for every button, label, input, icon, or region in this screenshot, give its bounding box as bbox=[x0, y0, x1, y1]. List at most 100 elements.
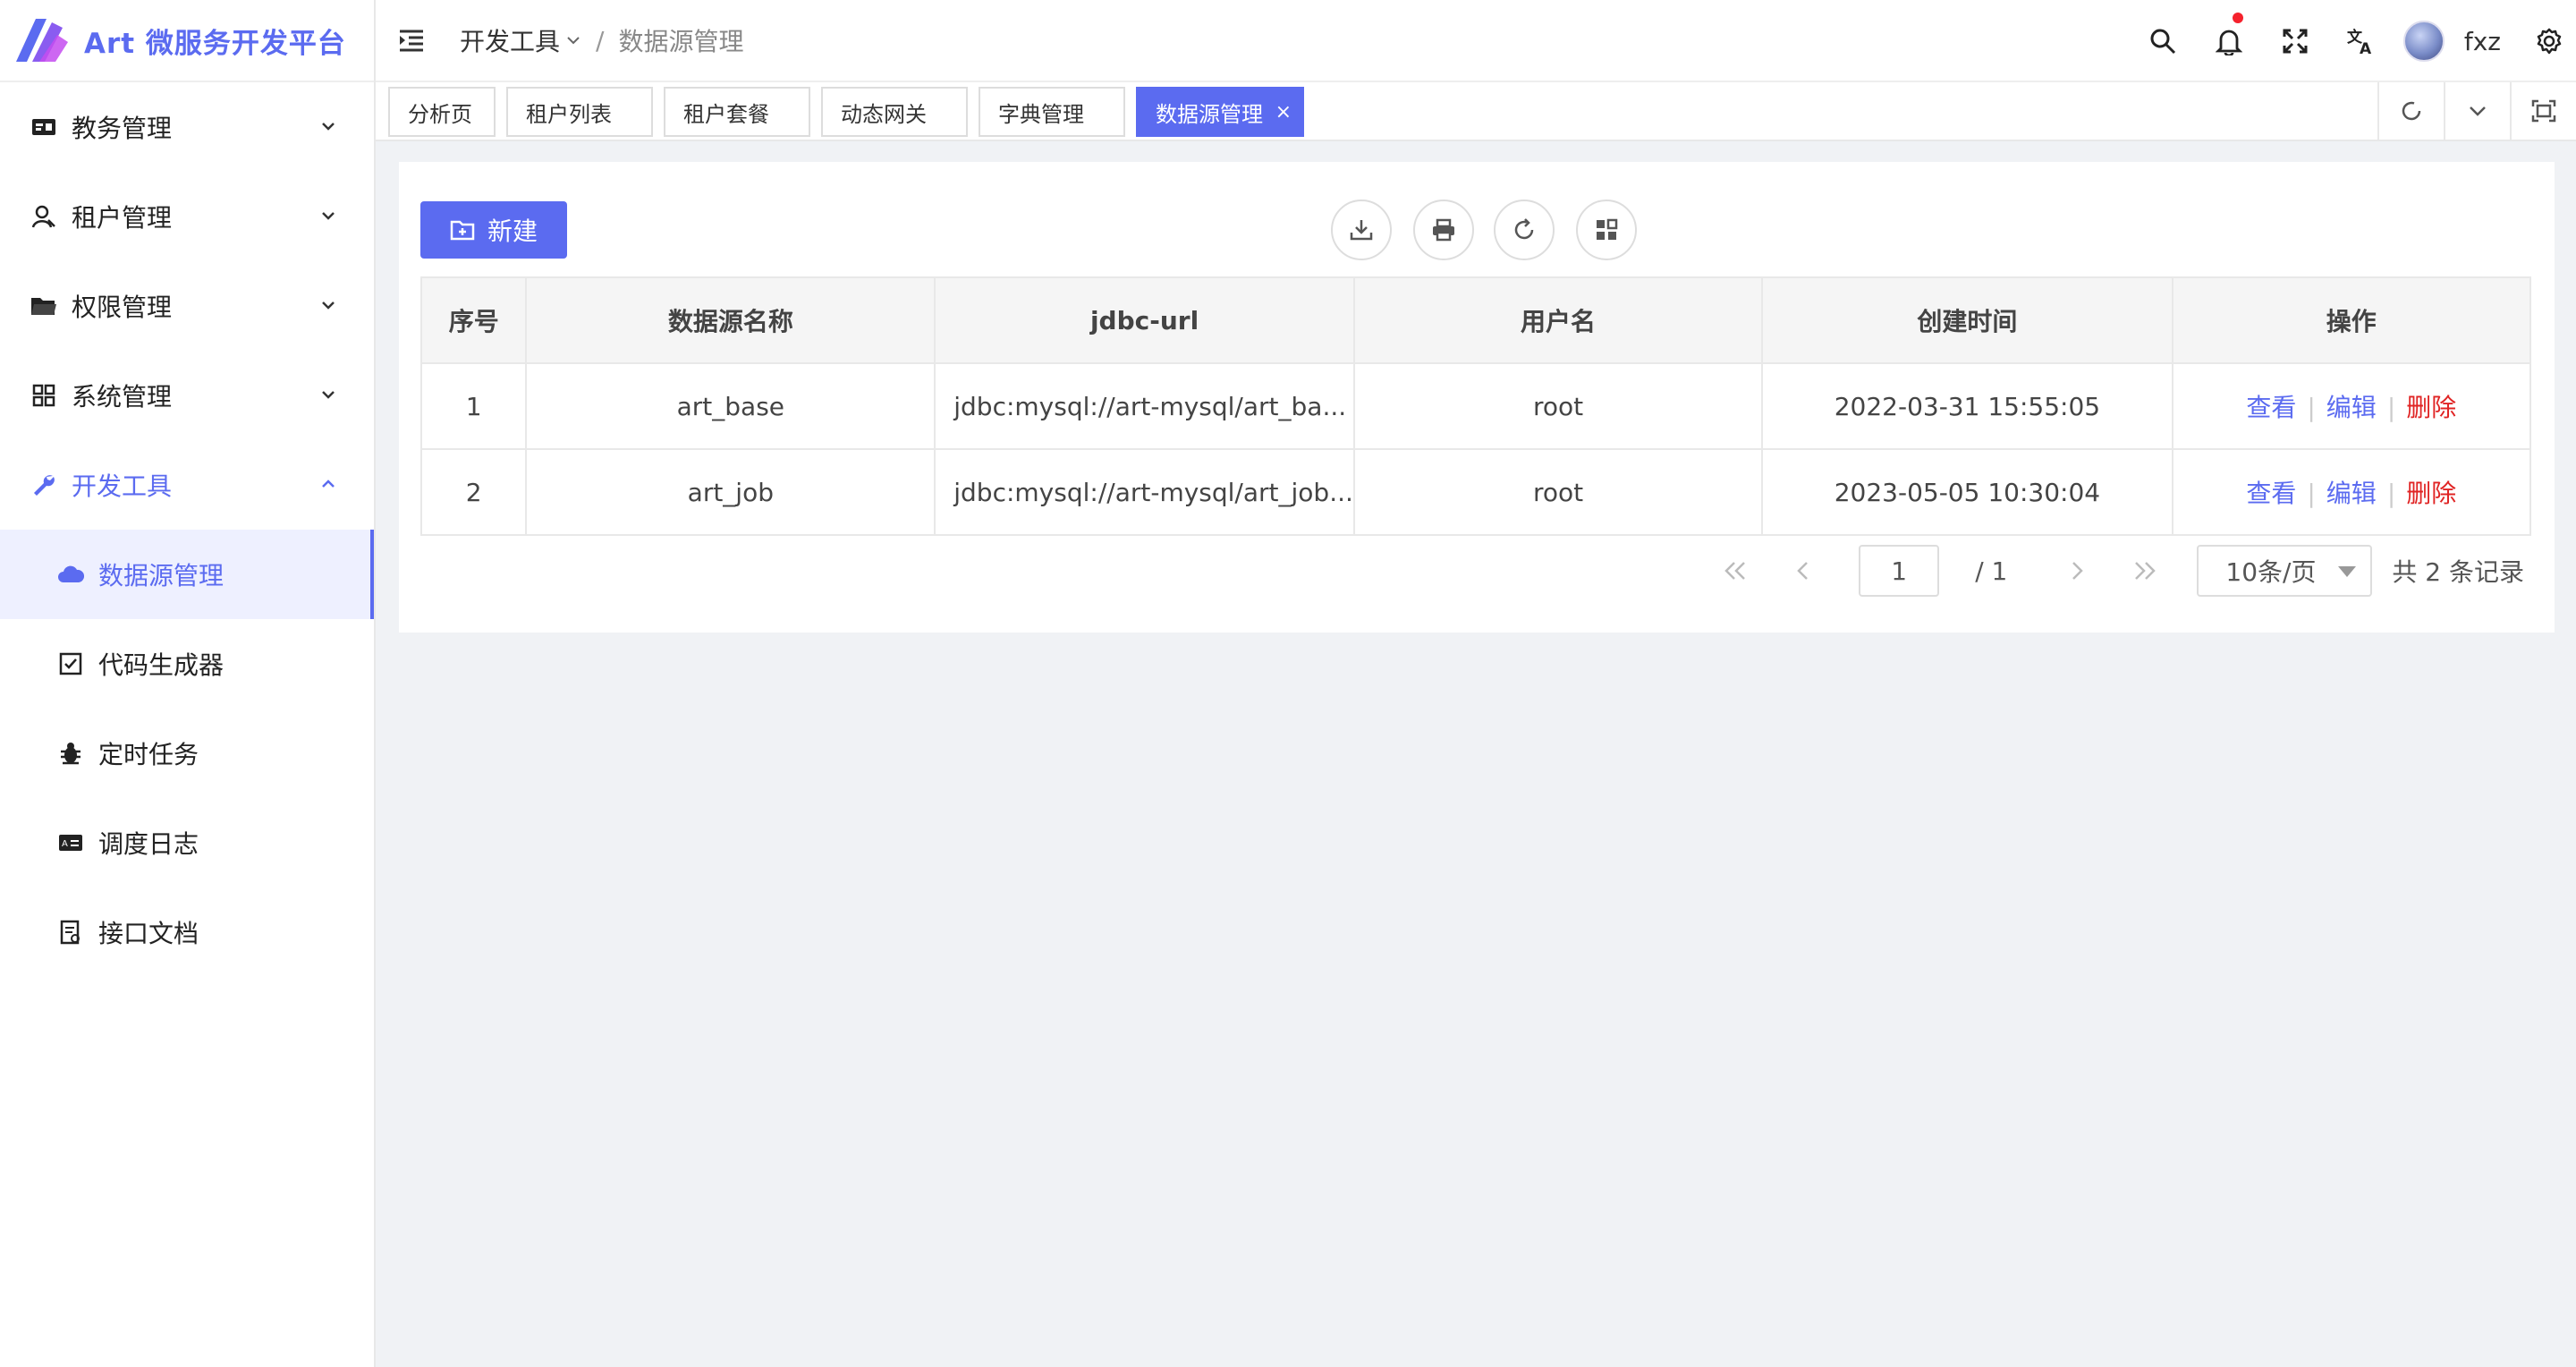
tab-analysis[interactable]: 分析页 bbox=[388, 87, 496, 137]
action-divider: | bbox=[2307, 393, 2316, 422]
chevron-down-icon bbox=[322, 123, 335, 131]
settings-button[interactable] bbox=[2522, 0, 2576, 82]
table-row: 2 art_job jdbc:mysql://art-mysql/art_job… bbox=[419, 448, 2532, 536]
column-header-index: 序号 bbox=[419, 276, 528, 364]
sidebar-item-api-docs[interactable]: 接口文档 bbox=[0, 887, 374, 977]
sidebar-item-academic[interactable]: 教务管理 bbox=[0, 82, 374, 172]
print-button[interactable] bbox=[1413, 200, 1474, 260]
printer-icon bbox=[1433, 218, 1454, 242]
top-header: 开发工具 / 数据源管理 文A fxz bbox=[376, 0, 2576, 82]
breadcrumb-item-devtools[interactable]: 开发工具 bbox=[460, 22, 581, 58]
delete-link[interactable]: 删除 bbox=[2406, 479, 2456, 508]
total-records: 共 2 条记录 bbox=[2392, 557, 2524, 587]
breadcrumb: 开发工具 / 数据源管理 bbox=[460, 22, 743, 58]
total-pages: / 1 bbox=[1975, 556, 2008, 586]
edit-link[interactable]: 编辑 bbox=[2326, 393, 2377, 422]
sidebar: Art 微服务开发平台 教务管理 租户管理 权限管理 系统管理 开发工具 数据源… bbox=[0, 0, 376, 1367]
search-icon bbox=[2150, 29, 2175, 55]
new-button[interactable]: 新建 bbox=[420, 201, 567, 259]
tab-close-icon[interactable]: × bbox=[1275, 101, 1292, 123]
next-page-button[interactable] bbox=[2059, 545, 2095, 597]
id-card-icon bbox=[30, 114, 57, 140]
tab-dictionary[interactable]: 字典管理 bbox=[979, 87, 1125, 137]
notification-button[interactable] bbox=[2196, 0, 2262, 82]
edit-link[interactable]: 编辑 bbox=[2326, 479, 2377, 508]
sidebar-item-label: 系统管理 bbox=[72, 382, 173, 412]
datasource-table: 序号 数据源名称 jdbc-url 用户名 创建时间 操作 1 art_base… bbox=[419, 276, 2532, 536]
double-chevron-left-icon bbox=[1724, 562, 1746, 580]
download-icon bbox=[1350, 220, 1373, 241]
new-button-label: 新建 bbox=[487, 217, 538, 246]
checkbox-icon bbox=[57, 650, 84, 677]
sidebar-item-label: 教务管理 bbox=[72, 114, 173, 143]
tab-dynamic-gateway[interactable]: 动态网关 bbox=[821, 87, 968, 137]
breadcrumb-current: 数据源管理 bbox=[618, 27, 744, 56]
fullscreen-button[interactable] bbox=[2262, 0, 2328, 82]
delete-link[interactable]: 删除 bbox=[2406, 393, 2456, 422]
folder-add-icon bbox=[450, 220, 475, 241]
language-button[interactable]: 文A bbox=[2328, 0, 2394, 82]
prev-page-button[interactable] bbox=[1785, 545, 1821, 597]
pagination: 1 / 1 10条/页 共 2 条记录 bbox=[1701, 545, 2524, 597]
sidebar-item-label: 定时任务 bbox=[98, 740, 199, 769]
reload-tab-button[interactable] bbox=[2377, 82, 2444, 140]
notification-dot bbox=[2232, 13, 2243, 23]
grid-settings-icon bbox=[1597, 218, 1618, 240]
refresh-icon bbox=[1514, 218, 1534, 240]
sidebar-item-label: 权限管理 bbox=[72, 293, 173, 322]
log-icon: A bbox=[57, 829, 84, 856]
sidebar-item-schedule-log[interactable]: A 调度日志 bbox=[0, 798, 374, 887]
avatar[interactable] bbox=[2402, 21, 2445, 62]
tab-label: 租户列表 bbox=[526, 101, 612, 127]
column-settings-button[interactable] bbox=[1576, 200, 1637, 260]
tab-menu-button[interactable] bbox=[2444, 82, 2510, 140]
chevron-down-icon bbox=[322, 212, 335, 220]
tab-label: 租户套餐 bbox=[683, 101, 769, 127]
sidebar-item-devtools[interactable]: 开发工具 bbox=[0, 440, 374, 530]
sidebar-item-scheduled-task[interactable]: 定时任务 bbox=[0, 709, 374, 798]
page-size-value: 10条/页 bbox=[2225, 557, 2317, 587]
username[interactable]: fxz bbox=[2464, 27, 2501, 56]
cell-created: 2022-03-31 15:55:05 bbox=[1761, 362, 2174, 450]
table-header-row: 序号 数据源名称 jdbc-url 用户名 创建时间 操作 bbox=[419, 276, 2532, 364]
search-button[interactable] bbox=[2130, 0, 2196, 82]
tab-maximize-button[interactable] bbox=[2510, 82, 2576, 140]
sidebar-item-codegen[interactable]: 代码生成器 bbox=[0, 619, 374, 709]
chevron-right-icon bbox=[2072, 562, 2084, 580]
refresh-button[interactable] bbox=[1494, 200, 1555, 260]
sidebar-item-label: 数据源管理 bbox=[98, 561, 225, 590]
page-size-select[interactable]: 10条/页 bbox=[2197, 545, 2373, 597]
tab-label: 字典管理 bbox=[998, 101, 1084, 127]
last-page-button[interactable] bbox=[2127, 545, 2163, 597]
tabs-bar: 分析页 租户列表 租户套餐 动态网关 字典管理 数据源管理 × bbox=[376, 82, 2576, 141]
sidebar-item-system[interactable]: 系统管理 bbox=[0, 351, 374, 440]
view-link[interactable]: 查看 bbox=[2246, 393, 2296, 422]
caret-down-icon bbox=[2338, 566, 2357, 577]
gear-icon bbox=[2537, 28, 2562, 55]
menu-fold-button[interactable] bbox=[394, 22, 429, 58]
sidebar-item-tenant[interactable]: 租户管理 bbox=[0, 172, 374, 261]
cell-jdbc-url: jdbc:mysql://art-mysql/art_ba... bbox=[934, 362, 1355, 450]
svg-text:A: A bbox=[2360, 40, 2372, 55]
maximize-icon bbox=[2531, 99, 2556, 123]
page-number-input[interactable]: 1 bbox=[1859, 545, 1940, 597]
tabs-tools bbox=[2377, 82, 2576, 140]
tab-datasource[interactable]: 数据源管理 × bbox=[1136, 87, 1304, 137]
sidebar-item-datasource[interactable]: 数据源管理 bbox=[0, 530, 374, 619]
svg-text:A: A bbox=[62, 839, 68, 849]
tab-tenant-list[interactable]: 租户列表 bbox=[506, 87, 653, 137]
tab-tenant-package[interactable]: 租户套餐 bbox=[664, 87, 810, 137]
grid-icon bbox=[30, 382, 57, 409]
logo-icon bbox=[16, 19, 68, 62]
sidebar-item-permission[interactable]: 权限管理 bbox=[0, 261, 374, 351]
tab-label: 数据源管理 bbox=[1156, 101, 1263, 127]
cell-name: art_job bbox=[525, 448, 936, 536]
cell-username: root bbox=[1352, 362, 1764, 450]
action-divider: | bbox=[2386, 479, 2396, 508]
chevron-down-icon bbox=[322, 301, 335, 310]
export-button[interactable] bbox=[1331, 200, 1392, 260]
chevron-down-icon bbox=[2470, 106, 2486, 116]
first-page-button[interactable] bbox=[1717, 545, 1753, 597]
view-link[interactable]: 查看 bbox=[2246, 479, 2296, 508]
sidebar-menu: 教务管理 租户管理 权限管理 系统管理 开发工具 bbox=[0, 82, 374, 530]
